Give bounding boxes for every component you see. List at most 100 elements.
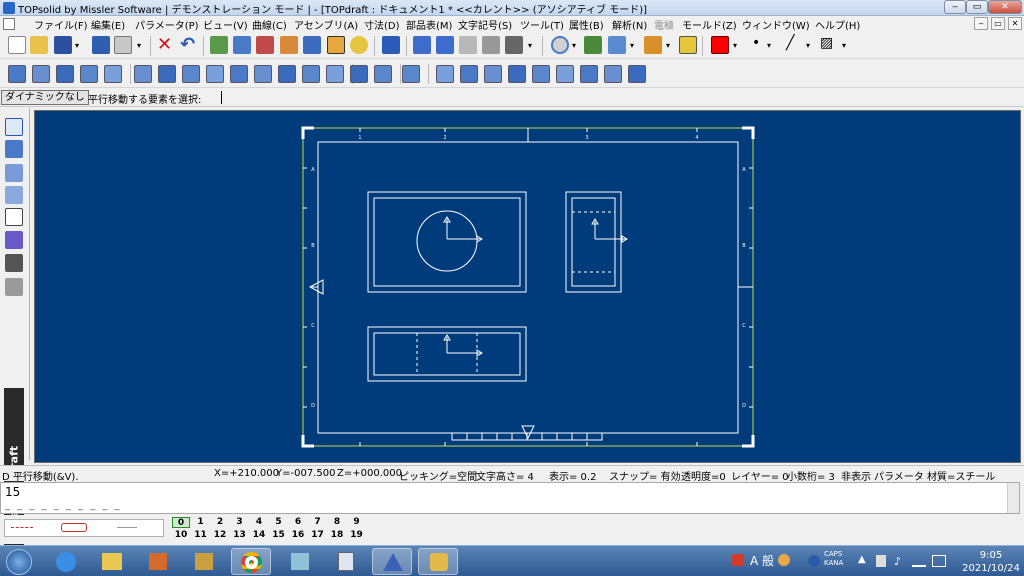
pen-3[interactable]: 3	[231, 517, 249, 528]
tray-device-icon[interactable]	[876, 555, 886, 567]
pen-6[interactable]: 6	[289, 517, 307, 528]
drawing-tool-icon[interactable]	[8, 65, 26, 83]
menu-electrode[interactable]: 電極	[654, 17, 674, 32]
help-icon[interactable]	[808, 555, 820, 567]
view-icon[interactable]	[608, 36, 626, 54]
mark-icon[interactable]	[5, 254, 23, 272]
line-style-thick[interactable]	[61, 523, 87, 532]
drawing-tool-icon[interactable]	[254, 65, 272, 83]
zoom-icon[interactable]	[551, 36, 569, 54]
line-style-thin[interactable]	[117, 527, 137, 528]
drawing-tool-icon[interactable]	[604, 65, 622, 83]
cancel-icon[interactable]: ✕	[157, 34, 172, 55]
refresh-icon[interactable]	[210, 36, 228, 54]
menu-tools[interactable]: ツール(T)	[520, 17, 564, 32]
layer-icon[interactable]	[679, 36, 697, 54]
point-style-icon[interactable]: •	[752, 35, 760, 51]
drawing-tool-icon[interactable]	[508, 65, 526, 83]
zoom-dropdown-icon[interactable]: ▾	[572, 41, 576, 50]
taskbar-topsolid[interactable]	[372, 548, 412, 575]
pen-15[interactable]: 15	[270, 530, 288, 541]
line-style-dropdown-icon[interactable]: ▾	[806, 41, 810, 50]
status-text-height[interactable]: 文字高さ= 4	[476, 468, 534, 483]
taskbar-ie[interactable]	[46, 548, 86, 575]
drawing-tool-icon[interactable]	[436, 65, 454, 83]
tray-ime-indicator[interactable]: A 般	[750, 552, 774, 569]
symbol-icon[interactable]	[5, 231, 23, 249]
drawing-tool-icon[interactable]	[350, 65, 368, 83]
drawing-tool-icon[interactable]	[206, 65, 224, 83]
taskbar-calculator[interactable]	[326, 548, 366, 575]
drawing-tool-icon[interactable]	[158, 65, 176, 83]
tools-icon[interactable]	[303, 36, 321, 54]
active-tool-icon[interactable]	[327, 36, 345, 54]
line-style-dashed[interactable]	[11, 527, 33, 528]
menu-edit[interactable]: 編集(E)	[91, 17, 125, 32]
print-dropdown-icon[interactable]: ▾	[137, 41, 141, 50]
command-input-value[interactable]: 15	[5, 485, 20, 499]
color-swatch[interactable]	[711, 36, 729, 54]
drawing-tool-icon[interactable]	[374, 65, 392, 83]
minimize-button[interactable]: ‒	[944, 0, 966, 14]
document-icon[interactable]	[3, 18, 15, 30]
tray-ime-icon[interactable]	[778, 554, 790, 566]
taskbar-paint[interactable]	[184, 548, 224, 575]
curve-icon[interactable]	[413, 36, 431, 54]
drawing-tool-icon[interactable]	[80, 65, 98, 83]
drawing-tool-icon[interactable]	[460, 65, 478, 83]
drawing-tool-icon[interactable]	[32, 65, 50, 83]
status-layer[interactable]: レイヤー= 0	[731, 468, 789, 483]
dynamic-mode-button[interactable]: ダイナミックなし	[1, 90, 89, 105]
pen-8[interactable]: 8	[328, 517, 346, 528]
pen-icon[interactable]	[482, 36, 500, 54]
show-hidden-icons-icon[interactable]: ▲	[858, 554, 866, 565]
action-center-icon[interactable]	[932, 555, 946, 567]
pen-1[interactable]: 1	[192, 517, 210, 528]
menu-curve[interactable]: 曲線(C)	[252, 17, 287, 32]
undo-icon[interactable]: ↶	[180, 34, 195, 55]
pen-19[interactable]: 19	[348, 530, 366, 541]
menu-parameter[interactable]: パラメータ(P)	[135, 17, 199, 32]
network-icon[interactable]	[912, 555, 926, 567]
sketch-icon[interactable]	[5, 140, 23, 158]
open-folder-icon[interactable]	[30, 36, 48, 54]
drawing-tool-icon[interactable]	[278, 65, 296, 83]
menu-view[interactable]: ビュー(V)	[203, 17, 248, 32]
status-transparency[interactable]: 透明度=0	[681, 468, 726, 483]
annotation-icon[interactable]	[5, 186, 23, 204]
drawing-tool-icon[interactable]	[326, 65, 344, 83]
menu-text-symbol[interactable]: 文字記号(S)	[458, 17, 512, 32]
app-icon[interactable]	[3, 2, 15, 14]
status-picking[interactable]: ピッキング=空間	[399, 468, 477, 483]
mdi-close-button[interactable]: ✕	[1008, 17, 1022, 30]
render-dropdown-icon[interactable]: ▾	[666, 41, 670, 50]
speaker-icon[interactable]: ♪	[894, 555, 901, 568]
pen-9[interactable]: 9	[348, 517, 366, 528]
drawing-tool-icon[interactable]	[628, 65, 646, 83]
pen-7[interactable]: 7	[309, 517, 327, 528]
color-dropdown-icon[interactable]: ▾	[733, 41, 737, 50]
pen-13[interactable]: 13	[231, 530, 249, 541]
settings-icon[interactable]	[256, 36, 274, 54]
taskbar-chrome[interactable]	[231, 548, 271, 575]
table-icon[interactable]	[5, 208, 23, 226]
brush-icon[interactable]	[505, 36, 523, 54]
pen-2[interactable]: 2	[211, 517, 229, 528]
taskbar-media[interactable]	[138, 548, 178, 575]
pen-14[interactable]: 14	[250, 530, 268, 541]
point-dropdown-icon[interactable]: ▾	[767, 41, 771, 50]
status-snap[interactable]: スナップ= 有効	[609, 468, 681, 483]
hammer-icon[interactable]	[280, 36, 298, 54]
drawing-tool-icon[interactable]	[182, 65, 200, 83]
menu-dimension[interactable]: 寸法(D)	[364, 17, 400, 32]
status-material[interactable]: 材質=スチール	[927, 468, 995, 483]
status-display[interactable]: 表示= 0.2	[549, 468, 596, 483]
drawing-tool-icon[interactable]	[302, 65, 320, 83]
menu-file[interactable]: ファイル(F)	[34, 17, 88, 32]
hatch-dropdown-icon[interactable]: ▾	[842, 41, 846, 50]
taskbar-notes[interactable]	[280, 548, 320, 575]
menu-assembly[interactable]: アセンブリ(A)	[294, 17, 358, 32]
status-parameter[interactable]: パラメータ	[874, 468, 924, 483]
maximize-button[interactable]: ▭	[966, 0, 988, 14]
select-icon[interactable]	[5, 118, 23, 136]
